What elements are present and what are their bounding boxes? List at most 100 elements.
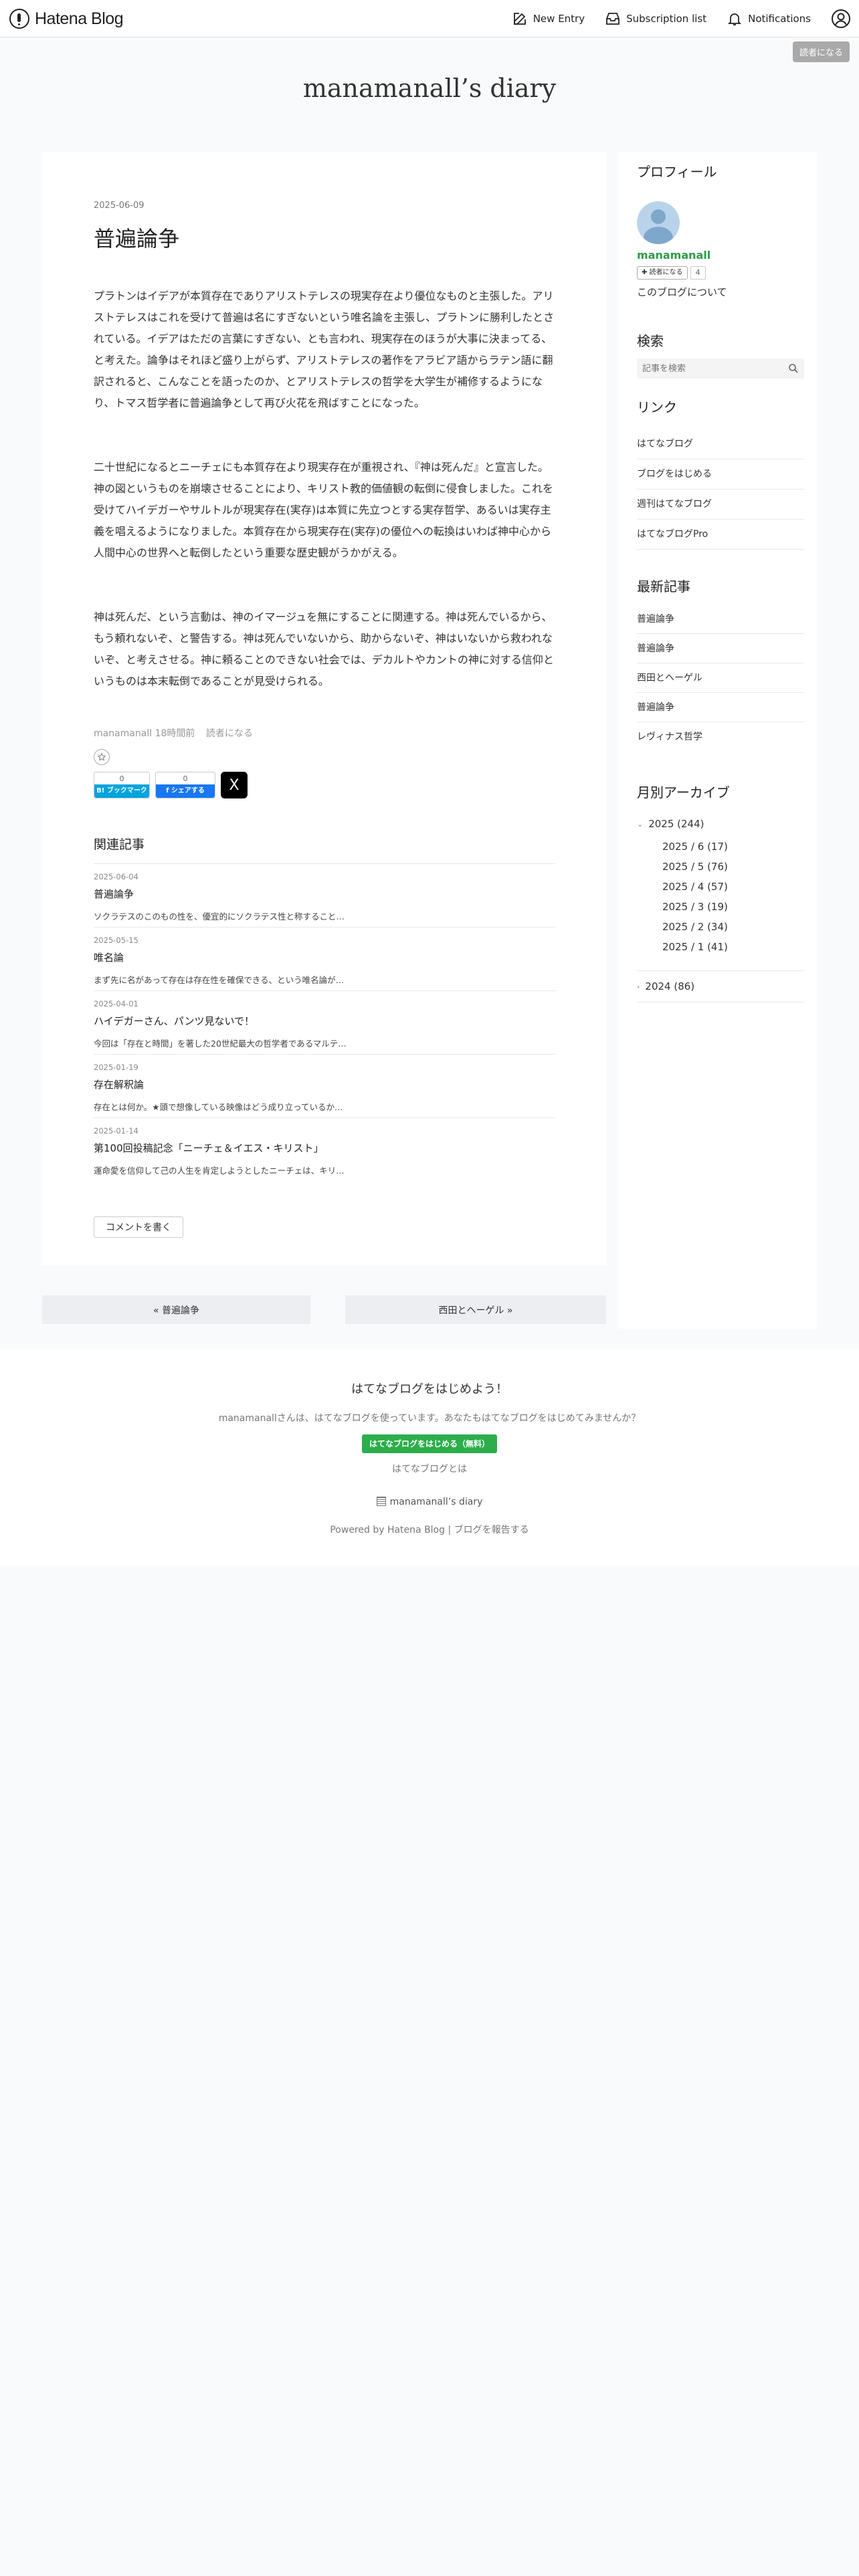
archive-year-2024[interactable]: › 2024 (86) bbox=[637, 980, 804, 992]
link-item[interactable]: ブログをはじめる bbox=[637, 459, 804, 490]
write-comment-button[interactable]: コメントを書く bbox=[94, 1216, 183, 1238]
related-item[interactable]: 2025-01-19 存在解釈論 存在とは何か。★頭で想像している映像はどう成り… bbox=[94, 1055, 555, 1118]
archive-2025: ⌄ 2025 (244) 2025 / 6 (17) 2025 / 5 (76)… bbox=[637, 818, 804, 957]
entry-subscribe-link[interactable]: 読者になる bbox=[206, 728, 253, 739]
entry-time[interactable]: 18時間前 bbox=[155, 728, 195, 739]
subscribe-float-button[interactable]: 読者になる bbox=[792, 41, 850, 62]
archive-month[interactable]: 2025 / 2 (34) bbox=[662, 917, 804, 937]
user-menu-button[interactable] bbox=[831, 9, 851, 29]
logo-text: Hatena Blog bbox=[35, 9, 124, 28]
about-blog-link[interactable]: このブログについて bbox=[637, 285, 727, 299]
archive-month[interactable]: 2025 / 3 (19) bbox=[662, 897, 804, 917]
related-snippet: 運命愛を信仰して己の人生を肯定しようとしたニーチェは、キリ… bbox=[94, 1166, 345, 1176]
related-title[interactable]: 普遍論争 bbox=[94, 887, 555, 901]
x-share-button[interactable]: X bbox=[221, 772, 248, 798]
archive-months: 2025 / 6 (17) 2025 / 5 (76) 2025 / 4 (57… bbox=[662, 837, 804, 957]
subscription-list-label: Subscription list bbox=[626, 13, 707, 25]
add-star-icon[interactable] bbox=[94, 749, 110, 765]
subscription-list-button[interactable]: Subscription list bbox=[605, 11, 706, 27]
profile-subscribe: ✚ 読者になる 4 bbox=[637, 266, 706, 280]
archive-month[interactable]: 2025 / 1 (41) bbox=[662, 937, 804, 957]
start-blog-button[interactable]: はてなブログをはじめる（無料） bbox=[362, 1434, 497, 1453]
related-title[interactable]: 第100回投稿記念「ニーチェ＆イエス・キリスト」 bbox=[94, 1141, 555, 1155]
entry-author[interactable]: manamanall bbox=[94, 728, 152, 739]
avatar[interactable] bbox=[637, 201, 680, 244]
hatena-logo[interactable]: Hatena Blog bbox=[9, 8, 124, 29]
notifications-button[interactable]: Notifications bbox=[727, 11, 811, 27]
related-title[interactable]: 唯名論 bbox=[94, 950, 555, 964]
related-date: 2025-01-14 bbox=[94, 1126, 138, 1136]
links-heading: リンク bbox=[637, 399, 677, 415]
archive-heading: 月別アーカイブ bbox=[637, 784, 730, 800]
report-blog-link[interactable]: ブログを報告する bbox=[454, 1525, 529, 1535]
related-title[interactable]: ハイデガーさん、パンツ見ないで！ bbox=[94, 1014, 555, 1028]
link-item[interactable]: はてなブログPro bbox=[637, 520, 804, 550]
link-item[interactable]: 週刊はてなブログ bbox=[637, 490, 804, 520]
x-logo-icon: X bbox=[229, 776, 240, 794]
recent-module: 最新記事 普遍論争 普遍論争 西田とヘーゲル 普遍論争 レヴィナス哲学 bbox=[637, 576, 804, 752]
footer-text: manamanallさんは、はてなブログを使っています。あなたもはてなブログをは… bbox=[218, 1413, 641, 1424]
recent-item[interactable]: 普遍論争 bbox=[637, 634, 804, 663]
footer: はてなブログをはじめよう！ manamanallさんは、はてなブログを使っていま… bbox=[0, 1350, 859, 1566]
chevron-down-icon[interactable]: ⌄ bbox=[637, 820, 643, 829]
footer-blog-name[interactable]: manamanall’s diary bbox=[390, 1497, 483, 1507]
entry-footer-meta: manamanall 18時間前 読者になる bbox=[94, 726, 253, 740]
related-item[interactable]: 2025-06-04 普遍論争 ソクラテスのこのもの性を、優宜的にソクラテス性と… bbox=[94, 864, 555, 928]
header-nav: New Entry Subscription list Notification… bbox=[492, 7, 851, 31]
recent-item[interactable]: 西田とヘーゲル bbox=[637, 663, 804, 693]
related-date: 2025-01-19 bbox=[94, 1063, 138, 1072]
archive-year-label[interactable]: 2025 (244) bbox=[648, 818, 704, 830]
related-heading: 関連記事 bbox=[94, 837, 145, 852]
notifications-label: Notifications bbox=[748, 13, 811, 25]
archive-month[interactable]: 2025 / 4 (57) bbox=[662, 877, 804, 897]
subscriber-count[interactable]: 4 bbox=[690, 266, 706, 280]
related-list: 2025-06-04 普遍論争 ソクラテスのこのもの性を、優宜的にソクラテス性と… bbox=[94, 863, 555, 1182]
related-item[interactable]: 2025-05-15 唯名論 まず先に名があって存在は存在性を確保できる、という… bbox=[94, 928, 555, 991]
inbox-icon bbox=[606, 13, 620, 25]
link-item[interactable]: はてなブログ bbox=[637, 429, 804, 459]
bell-icon bbox=[727, 13, 742, 25]
archive-year-label[interactable]: 2024 (86) bbox=[645, 980, 694, 992]
chevron-right-icon[interactable]: › bbox=[637, 982, 640, 991]
hatena-bookmark-label: B! ブックマーク bbox=[94, 784, 149, 798]
powered-by-link[interactable]: Powered by Hatena Blog bbox=[330, 1525, 445, 1535]
search-icon[interactable] bbox=[788, 363, 799, 374]
search-input[interactable] bbox=[637, 358, 804, 379]
footer-blog-link[interactable]: manamanall’s diary bbox=[0, 1497, 859, 1507]
footer-powered: Powered by Hatena Blog | ブログを報告する bbox=[330, 1525, 529, 1535]
related-snippet: まず先に名があって存在は存在性を確保できる、という唯名論が… bbox=[94, 975, 345, 985]
blog-title[interactable]: manamanall’s diary bbox=[0, 74, 859, 103]
profile-name[interactable]: manamanall bbox=[637, 249, 710, 261]
profile-heading: プロフィール bbox=[637, 164, 717, 180]
facebook-share-count: 0 bbox=[183, 774, 188, 783]
archive-month[interactable]: 2025 / 5 (76) bbox=[662, 857, 804, 877]
global-header: Hatena Blog New Entry Subscription list … bbox=[0, 0, 859, 37]
profile-module: プロフィール manamanall ✚ 読者になる 4 このブログについて bbox=[637, 161, 804, 308]
hatena-bookmark-button[interactable]: 0 B! ブックマーク bbox=[94, 772, 150, 798]
facebook-share-button[interactable]: 0 f シェアする bbox=[155, 772, 215, 798]
new-entry-button[interactable]: New Entry bbox=[512, 11, 585, 27]
pager-prev-link[interactable]: « 普遍論争 bbox=[42, 1295, 310, 1324]
related-date: 2025-06-04 bbox=[94, 872, 138, 881]
profile-subscribe-button[interactable]: ✚ 読者になる bbox=[637, 266, 688, 280]
user-icon bbox=[832, 9, 850, 28]
recent-item[interactable]: 普遍論争 bbox=[637, 693, 804, 722]
entry-title[interactable]: 普遍論争 bbox=[94, 222, 179, 253]
edit-icon bbox=[513, 13, 526, 25]
related-date: 2025-04-01 bbox=[94, 999, 138, 1008]
related-snippet: ソクラテスのこのもの性を、優宜的にソクラテス性と称すること… bbox=[94, 911, 345, 922]
archive-month[interactable]: 2025 / 6 (17) bbox=[662, 837, 804, 857]
about-hatena-blog-link[interactable]: はてなブログとは bbox=[0, 1462, 859, 1475]
entry-paragraph: 二十世紀になるとニーチェにも本質存在より現実存在が重視され、『神は死んだ』と宣言… bbox=[94, 461, 554, 559]
archive-year-2025[interactable]: ⌄ 2025 (244) bbox=[637, 818, 804, 830]
related-item[interactable]: 2025-04-01 ハイデガーさん、パンツ見ないで！ 今回は「存在と時間」を著… bbox=[94, 991, 555, 1055]
pager-next-link[interactable]: 西田とヘーゲル » bbox=[345, 1295, 606, 1324]
related-title[interactable]: 存在解釈論 bbox=[94, 1077, 555, 1091]
entry-date[interactable]: 2025-06-09 bbox=[94, 201, 145, 211]
main-article: 2025-06-09 普遍論争 プラトンはイデアが本質存在でありアリストテレスの… bbox=[42, 152, 606, 1265]
related-item[interactable]: 2025-01-14 第100回投稿記念「ニーチェ＆イエス・キリスト」 運命愛を… bbox=[94, 1118, 555, 1182]
recent-item[interactable]: レヴィナス哲学 bbox=[637, 722, 804, 752]
recent-item[interactable]: 普遍論争 bbox=[637, 605, 804, 634]
hatena-logo-icon bbox=[9, 9, 29, 29]
footer-heading: はてなブログをはじめよう！ bbox=[351, 1382, 508, 1396]
